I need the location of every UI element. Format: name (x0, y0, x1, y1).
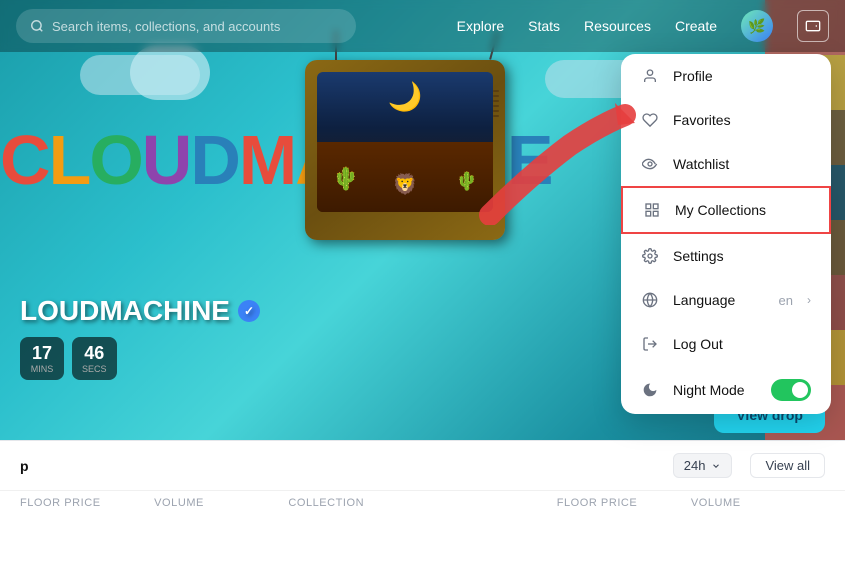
logout-icon (641, 335, 659, 353)
countdown: 17 MINS 46 SECS (20, 337, 260, 380)
chevron-right-icon: › (807, 293, 811, 307)
nav-explore[interactable]: Explore (457, 18, 504, 34)
tv-screen: 🌙 🌵 🌵 🦁 (317, 72, 493, 212)
filter-24h-button[interactable]: 24h (673, 453, 733, 478)
search-placeholder: Search items, collections, and accounts (52, 19, 280, 34)
nav-stats[interactable]: Stats (528, 18, 560, 34)
hero-title-row: LOUDMACHINE ✓ (20, 295, 260, 327)
watchlist-icon (641, 155, 659, 173)
search-bar[interactable]: Search items, collections, and accounts (16, 9, 356, 43)
th-volume-1: VOLUME (154, 497, 288, 509)
collections-icon (643, 201, 661, 219)
hero-info: LOUDMACHINE ✓ 17 MINS 46 SECS (20, 295, 260, 380)
language-icon (641, 291, 659, 309)
night-mode-toggle[interactable] (771, 379, 811, 401)
nav-resources[interactable]: Resources (584, 18, 651, 34)
menu-profile-label: Profile (673, 68, 811, 84)
menu-night-mode-label: Night Mode (673, 382, 757, 398)
menu-item-logout[interactable]: Log Out (621, 322, 831, 366)
settings-icon (641, 247, 659, 265)
th-floor-price-1: FLOOR PRICE (20, 497, 154, 509)
dropdown-menu: Profile Favorites Watchlist My Collectio… (621, 54, 831, 414)
countdown-secs: 46 SECS (72, 337, 117, 380)
navbar: Search items, collections, and accounts … (0, 0, 845, 52)
menu-item-night-mode[interactable]: Night Mode (621, 366, 831, 414)
view-all-button[interactable]: View all (750, 453, 825, 478)
wallet-icon (805, 18, 821, 34)
nav-create[interactable]: Create (675, 18, 717, 34)
menu-item-watchlist[interactable]: Watchlist (621, 142, 831, 186)
countdown-secs-label: SECS (82, 364, 107, 374)
menu-watchlist-label: Watchlist (673, 156, 811, 172)
verified-badge: ✓ (238, 300, 260, 322)
bottom-strip: p 24h View all FLOOR PRICE VOLUME COLLEC… (0, 440, 845, 563)
tv-vents (493, 90, 499, 117)
countdown-mins-label: MINS (30, 364, 54, 374)
bottom-strip-header: p 24h View all (0, 441, 845, 491)
menu-language-label: Language (673, 292, 765, 308)
bottom-strip-title: p (20, 458, 29, 474)
tv-artwork: 🌙 🌵 🌵 🦁 (305, 60, 525, 280)
th-spacer (423, 497, 557, 509)
countdown-mins: 17 MINS (20, 337, 64, 380)
th-collection: COLLECTION (288, 497, 422, 509)
cloud-2 (130, 45, 210, 100)
th-volume-2: VOLUME (691, 497, 825, 509)
tv-frame: 🌙 🌵 🌵 🦁 (305, 60, 505, 240)
tv-cactus-left: 🌵 (332, 166, 359, 192)
countdown-secs-value: 46 (82, 343, 107, 364)
chevron-down-icon (711, 461, 721, 471)
profile-icon (641, 67, 659, 85)
nav-avatar[interactable]: 🌿 (741, 10, 773, 42)
hero-title-text: LOUDMACHINE (20, 295, 230, 327)
menu-language-value: en (779, 293, 793, 308)
menu-item-profile[interactable]: Profile (621, 54, 831, 98)
menu-favorites-label: Favorites (673, 112, 811, 128)
tv-figure: 🦁 (393, 172, 418, 197)
menu-item-settings[interactable]: Settings (621, 234, 831, 278)
night-mode-icon (641, 381, 659, 399)
menu-item-language[interactable]: Language en › (621, 278, 831, 322)
th-floor-price-2: FLOOR PRICE (557, 497, 691, 509)
menu-item-favorites[interactable]: Favorites (621, 98, 831, 142)
search-icon (30, 19, 44, 33)
menu-item-collections[interactable]: My Collections (621, 186, 831, 234)
favorites-icon (641, 111, 659, 129)
menu-settings-label: Settings (673, 248, 811, 264)
table-header-row: FLOOR PRICE VOLUME COLLECTION FLOOR PRIC… (0, 491, 845, 515)
filter-label: 24h (684, 458, 706, 473)
menu-collections-label: My Collections (675, 202, 809, 218)
nav-links: Explore Stats Resources Create 🌿 (457, 10, 829, 42)
nav-wallet[interactable] (797, 10, 829, 42)
countdown-mins-value: 17 (30, 343, 54, 364)
tv-cactus-right: 🌵 (456, 171, 478, 192)
toggle-knob (792, 382, 808, 398)
tv-moon: 🌙 (388, 80, 423, 113)
menu-logout-label: Log Out (673, 336, 811, 352)
